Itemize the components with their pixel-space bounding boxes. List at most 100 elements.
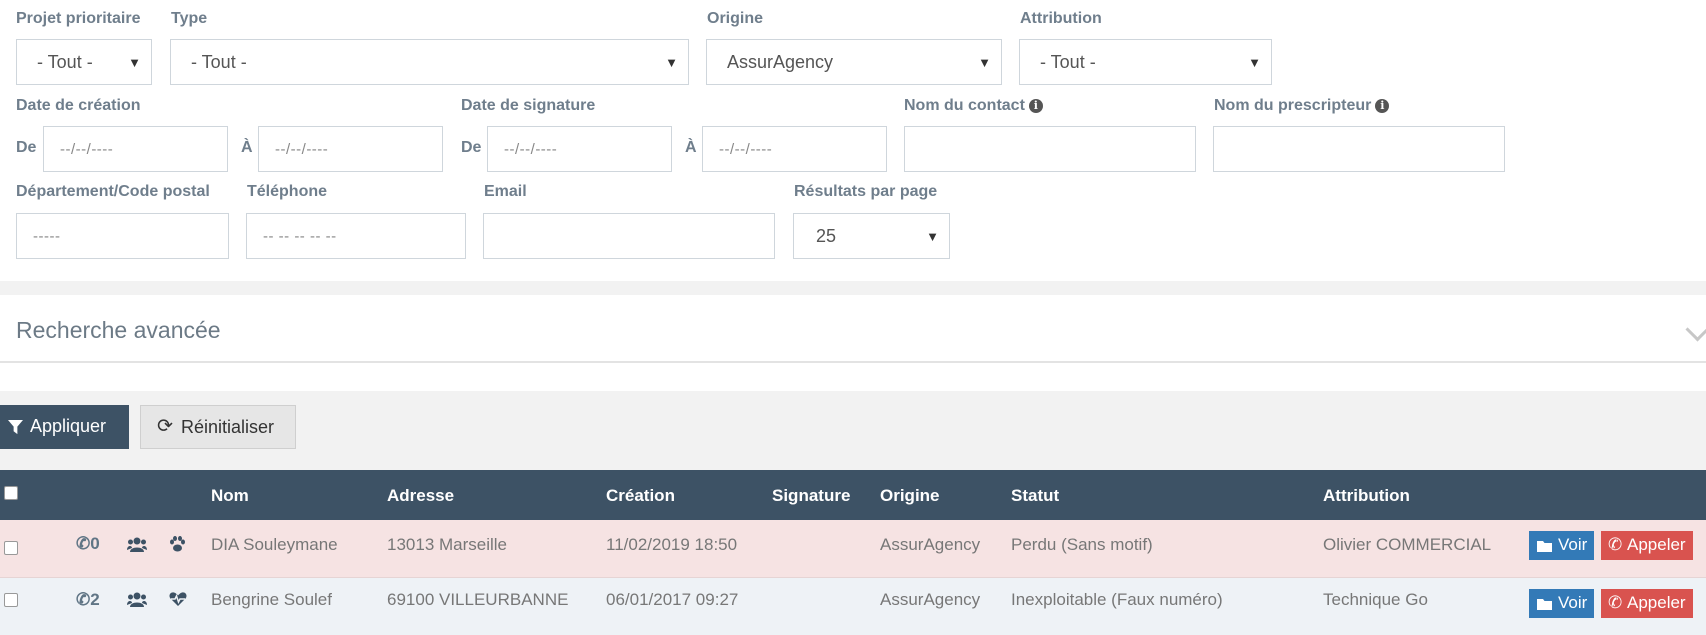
advanced-search-title: Recherche avancée [16,317,221,343]
date-signature-label: Date de signature [461,97,596,114]
caret-down-icon: ▼ [665,55,678,70]
projet-prioritaire-label: Projet prioritaire [16,10,141,27]
voir-button[interactable]: Voir [1529,531,1594,560]
date-placeholder: --/--/---- [504,141,558,158]
row-checkbox[interactable] [4,541,18,555]
email-label: Email [484,183,527,200]
cell-adresse: 13013 Marseille [387,535,508,554]
call-count-value: 0 [90,534,100,553]
cell-statut: Perdu (Sans motif) [1011,535,1153,554]
call-count-value: 2 [90,590,100,609]
nom-prescripteur-label-text: Nom du prescripteur [1214,97,1372,114]
type-label: Type [171,10,208,27]
users-icon [127,537,147,552]
table-row[interactable]: ✆2 Bengrine Soulef 69100 VILLEURBANNE 06… [0,578,1706,635]
appeler-button-label: Appeler [1627,593,1686,612]
date-creation-from-input[interactable]: --/--/---- [43,126,228,172]
column-header-statut[interactable]: Statut [1011,486,1059,506]
cell-creation: 06/01/2017 09:27 [606,590,739,609]
departement-input[interactable]: ----- [16,213,229,259]
column-header-nom[interactable]: Nom [211,486,249,506]
section-divider [0,281,1706,295]
projet-prioritaire-value: - Tout - [37,52,93,72]
phone-icon: ✆ [1608,593,1623,612]
call-count: ✆2 [76,590,100,610]
attribution-value: - Tout - [1040,52,1096,72]
column-header-attribution[interactable]: Attribution [1323,486,1410,506]
telephone-input[interactable]: -- -- -- -- -- [246,213,466,259]
date-signature-to-input[interactable]: --/--/---- [702,126,887,172]
email-input[interactable] [483,213,775,259]
appeler-button-label: Appeler [1627,535,1686,554]
cell-statut: Inexploitable (Faux numéro) [1011,590,1223,609]
cell-nom[interactable]: DIA Souleymane [211,535,338,555]
table-row[interactable]: ✆0 DIA Souleymane 13013 Marseille 11/02/… [0,520,1706,578]
cell-creation: 11/02/2019 18:50 [606,535,738,554]
resultats-par-page-value: 25 [816,226,837,246]
apply-button-label: Appliquer [30,416,107,436]
projet-prioritaire-select[interactable]: - Tout - ▼ [16,39,152,85]
cell-origine: AssurAgency [880,590,981,609]
apply-button[interactable]: Appliquer [0,405,129,449]
voir-button[interactable]: Voir [1529,589,1594,618]
nom-prescripteur-label: Nom du prescripteur i [1214,97,1390,115]
info-icon[interactable]: i [1375,99,1390,113]
date-creation-from-prefix: De [16,139,37,156]
table-header: Nom Adresse Création Signature Origine S… [0,470,1706,520]
nom-prescripteur-input[interactable] [1213,126,1505,172]
date-creation-to-input[interactable]: --/--/---- [258,126,443,172]
caret-down-icon: ▼ [128,55,141,70]
type-select[interactable]: - Tout - ▼ [170,39,689,85]
departement-label: Département/Code postal [16,183,210,200]
advanced-search-panel[interactable]: Recherche avancée [0,295,1706,363]
column-header-origine[interactable]: Origine [880,486,940,506]
date-signature-from-prefix: De [461,139,482,156]
resultats-par-page-label: Résultats par page [794,183,938,200]
column-header-creation[interactable]: Création [606,486,675,506]
folder-icon [1537,541,1552,552]
cell-attribution: Olivier COMMERCIAL [1323,535,1492,554]
origine-label: Origine [707,10,764,27]
info-icon[interactable]: i [1028,99,1043,113]
column-header-signature[interactable]: Signature [772,486,850,506]
attribution-select[interactable]: - Tout - ▼ [1019,39,1272,85]
telephone-placeholder: -- -- -- -- -- [263,228,337,245]
caret-down-icon: ▼ [1248,55,1261,70]
folder-icon [1537,599,1552,610]
chevron-down-icon[interactable] [1685,317,1706,342]
appeler-button[interactable]: ✆ Appeler [1601,589,1693,618]
telephone-label: Téléphone [247,183,328,200]
nom-contact-input[interactable] [904,126,1196,172]
date-signature-to-prefix: À [685,139,697,156]
voir-button-label: Voir [1558,593,1588,612]
select-all-checkbox[interactable] [4,486,18,500]
call-count: ✆0 [76,534,100,554]
heartbeat-icon [169,592,187,606]
reset-button[interactable]: ⟳ Réinitialiser [140,405,296,449]
resultats-par-page-select[interactable]: 25 ▼ [793,213,950,259]
date-placeholder: --/--/---- [719,141,773,158]
nom-contact-label-text: Nom du contact [904,97,1025,114]
appeler-button[interactable]: ✆ Appeler [1601,531,1693,560]
attribution-label: Attribution [1020,10,1102,27]
paw-icon [170,536,185,552]
phone-icon: ✆ [76,534,91,553]
cell-origine: AssurAgency [880,535,981,554]
voir-button-label: Voir [1558,535,1588,554]
date-placeholder: --/--/---- [60,141,114,158]
date-placeholder: --/--/---- [275,141,329,158]
date-creation-label: Date de création [16,97,141,114]
origine-select[interactable]: AssurAgency ▼ [706,39,1002,85]
row-checkbox[interactable] [4,593,18,607]
nom-contact-label: Nom du contact i [904,97,1043,115]
date-signature-from-input[interactable]: --/--/---- [487,126,672,172]
refresh-icon: ⟳ [157,415,173,437]
date-creation-to-prefix: À [241,139,253,156]
phone-icon: ✆ [1608,535,1623,554]
origine-value: AssurAgency [727,52,834,72]
filter-icon [8,420,23,435]
cell-nom[interactable]: Bengrine Soulef [211,590,332,610]
cell-adresse: 69100 VILLEURBANNE [387,590,569,609]
column-header-adresse[interactable]: Adresse [387,486,454,506]
caret-down-icon: ▼ [978,55,991,70]
